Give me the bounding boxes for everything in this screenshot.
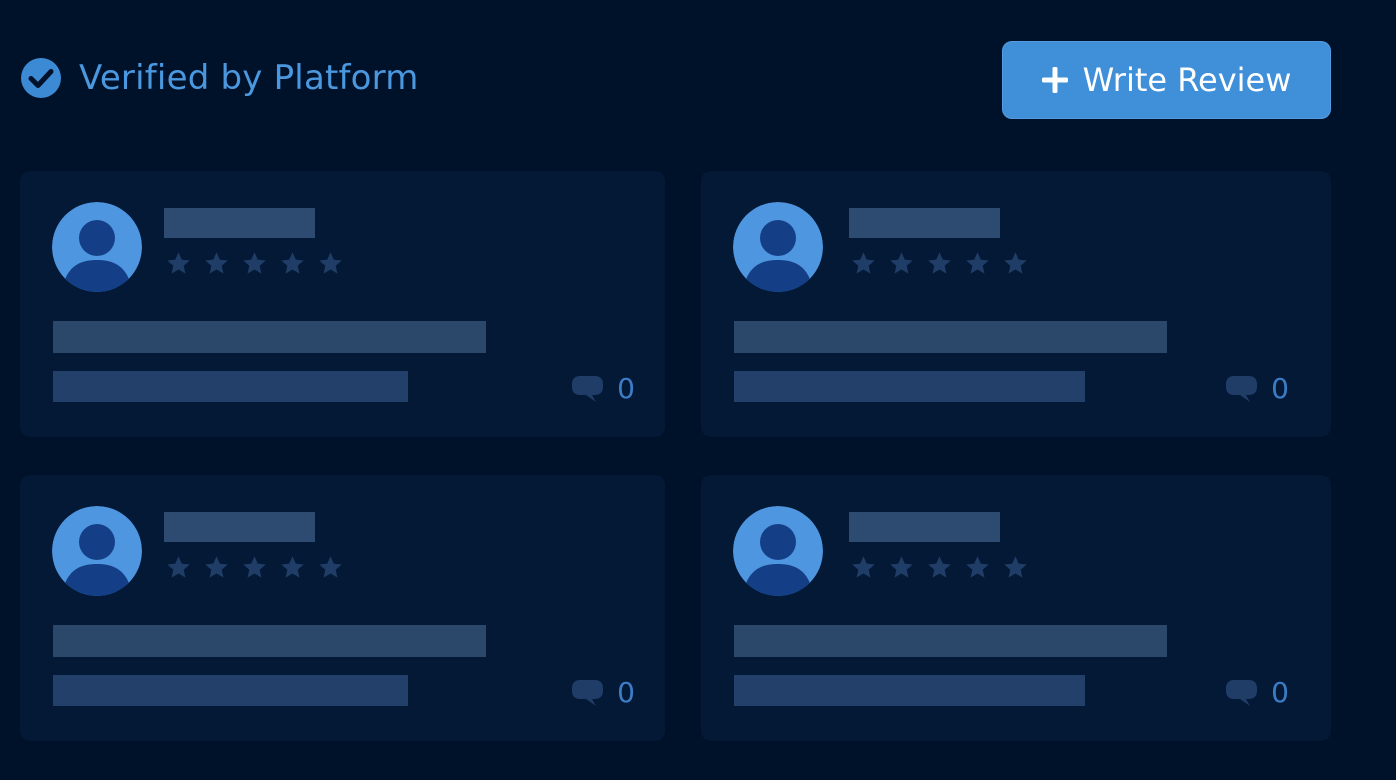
star-icon bbox=[281, 252, 304, 274]
avatar-icon bbox=[733, 506, 823, 596]
verified-label: Verified by Platform bbox=[79, 58, 419, 98]
comments-button[interactable]: 0 bbox=[570, 676, 635, 710]
star-icon bbox=[205, 556, 228, 578]
write-review-button[interactable]: Write Review bbox=[1002, 41, 1331, 119]
review-card: 0 bbox=[20, 475, 665, 741]
review-text-placeholder bbox=[53, 371, 408, 402]
review-text-placeholder bbox=[734, 675, 1085, 706]
star-rating bbox=[165, 554, 344, 581]
avatar-icon bbox=[52, 202, 142, 292]
review-text-placeholder bbox=[53, 625, 486, 657]
avatar-icon bbox=[52, 506, 142, 596]
comments-button[interactable]: 0 bbox=[1224, 676, 1289, 710]
comment-icon bbox=[572, 376, 604, 402]
comment-count: 0 bbox=[1271, 676, 1289, 709]
star-icon bbox=[966, 556, 989, 578]
star-icon bbox=[928, 556, 951, 578]
star-icon bbox=[167, 252, 190, 274]
comment-icon bbox=[1226, 680, 1258, 706]
star-icon bbox=[928, 252, 951, 274]
star-icon bbox=[1004, 252, 1027, 274]
star-icon bbox=[167, 556, 190, 578]
star-icon bbox=[205, 252, 228, 274]
write-review-label: Write Review bbox=[1082, 61, 1292, 99]
comment-count: 0 bbox=[617, 372, 635, 405]
review-text-placeholder bbox=[734, 625, 1167, 657]
star-icon bbox=[890, 556, 913, 578]
star-rating bbox=[850, 554, 1029, 581]
reviewer-name-placeholder bbox=[164, 208, 315, 238]
star-icon bbox=[319, 252, 342, 274]
review-text-placeholder bbox=[734, 371, 1085, 402]
review-card: 0 bbox=[701, 171, 1331, 437]
review-card: 0 bbox=[701, 475, 1331, 741]
comment-icon bbox=[1226, 376, 1258, 402]
star-rating bbox=[850, 250, 1029, 277]
reviewer-name-placeholder bbox=[849, 512, 1000, 542]
review-card: 0 bbox=[20, 171, 665, 437]
review-text-placeholder bbox=[53, 321, 486, 353]
comment-icon bbox=[572, 680, 604, 706]
star-icon bbox=[852, 556, 875, 578]
star-icon bbox=[1004, 556, 1027, 578]
comments-button[interactable]: 0 bbox=[1224, 372, 1289, 406]
star-icon bbox=[319, 556, 342, 578]
star-rating bbox=[165, 250, 344, 277]
reviewer-name-placeholder bbox=[849, 208, 1000, 238]
review-text-placeholder bbox=[53, 675, 408, 706]
comment-count: 0 bbox=[1271, 372, 1289, 405]
comments-button[interactable]: 0 bbox=[570, 372, 635, 406]
plus-icon bbox=[1041, 67, 1068, 93]
comment-count: 0 bbox=[617, 676, 635, 709]
star-icon bbox=[966, 252, 989, 274]
star-icon bbox=[852, 252, 875, 274]
star-icon bbox=[243, 556, 266, 578]
review-text-placeholder bbox=[734, 321, 1167, 353]
avatar-icon bbox=[733, 202, 823, 292]
check-circle-icon bbox=[21, 58, 61, 98]
star-icon bbox=[243, 252, 266, 274]
reviewer-name-placeholder bbox=[164, 512, 315, 542]
star-icon bbox=[281, 556, 304, 578]
star-icon bbox=[890, 252, 913, 274]
verified-badge: Verified by Platform bbox=[20, 56, 419, 100]
